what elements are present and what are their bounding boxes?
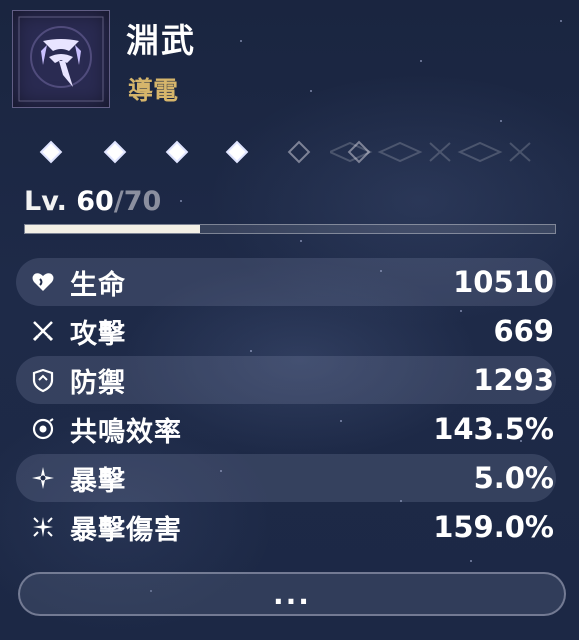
- stat-row-atk: 攻擊 669: [16, 307, 556, 355]
- stat-value: 10510: [453, 265, 554, 299]
- sequence-node-1[interactable]: [38, 139, 64, 165]
- sequence-node-4[interactable]: [224, 139, 250, 165]
- character-level: Lv. 60/70: [24, 188, 161, 215]
- stat-value: 5.0%: [473, 461, 554, 495]
- level-separator: /: [113, 186, 124, 217]
- stat-label: 暴擊傷害: [70, 514, 182, 546]
- stat-label: 共鳴效率: [70, 416, 182, 448]
- stat-label: 暴擊: [70, 465, 126, 497]
- stat-value: 1293: [473, 363, 554, 397]
- crit-rate-icon: [28, 463, 58, 493]
- heart-icon: [28, 267, 58, 297]
- sequence-node-3[interactable]: [164, 139, 190, 165]
- stat-label: 防禦: [70, 367, 126, 399]
- energy-regen-icon: [28, 414, 58, 444]
- stat-value: 159.0%: [433, 510, 554, 544]
- sequence-nodes: [30, 133, 550, 173]
- sequence-node-2[interactable]: [102, 139, 128, 165]
- more-details-button[interactable]: ...: [18, 572, 566, 616]
- weapon-emblem-icon: [12, 10, 110, 108]
- decorative-pattern-icon: [330, 141, 531, 163]
- stat-value: 143.5%: [433, 412, 554, 446]
- stat-row-hp: 生命 10510: [16, 258, 556, 306]
- stat-label: 攻擊: [70, 318, 126, 350]
- level-prefix: Lv.: [24, 186, 77, 217]
- stat-row-def: 防禦 1293: [16, 356, 556, 404]
- character-element: 導電: [128, 76, 179, 105]
- sequence-node-5[interactable]: [286, 139, 312, 165]
- stat-label: 生命: [70, 269, 126, 301]
- character-name: 淵武: [126, 21, 196, 60]
- stat-value: 669: [493, 314, 554, 348]
- stat-row-energy-regen: 共鳴效率 143.5%: [16, 405, 556, 453]
- crit-damage-icon: [28, 512, 58, 542]
- level-progress-fill: [25, 225, 200, 233]
- shield-icon: [28, 365, 58, 395]
- sword-icon: [28, 316, 58, 346]
- stats-list: 生命 10510 攻擊 669 防禦 1293 共鳴效率 143.5% 暴擊 5…: [16, 258, 556, 552]
- level-current: 60: [76, 186, 114, 217]
- stat-row-crit-rate: 暴擊 5.0%: [16, 454, 556, 502]
- stat-row-crit-damage: 暴擊傷害 159.0%: [16, 503, 556, 551]
- level-max: 70: [123, 186, 162, 217]
- character-header: 淵武 導電: [12, 10, 572, 110]
- level-progress-bar: [24, 224, 556, 234]
